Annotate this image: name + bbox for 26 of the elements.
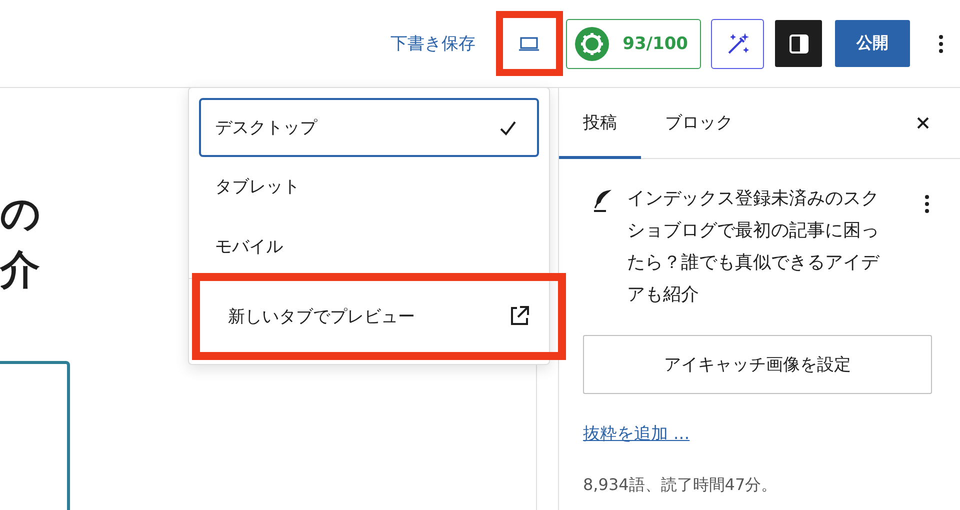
- kebab-icon: [939, 34, 943, 54]
- device-menu-item[interactable]: デスクトップ: [199, 98, 539, 158]
- sidebar-toggle-button[interactable]: [775, 20, 822, 67]
- magic-wand-button[interactable]: [711, 18, 764, 68]
- close-icon: [916, 116, 930, 130]
- preview-button[interactable]: [496, 11, 563, 76]
- check-icon: [499, 120, 517, 136]
- kebab-icon: [925, 194, 929, 214]
- external-link-icon: [508, 305, 530, 328]
- post-heading-text: の: [0, 190, 41, 239]
- add-excerpt-link[interactable]: 抜粋を追加 ...: [583, 422, 690, 445]
- feather-icon: [591, 189, 613, 213]
- save-draft-link[interactable]: 下書き保存: [390, 32, 476, 55]
- word-count-text: 8,934語、読了時間47分。: [583, 475, 778, 496]
- device-menu-item[interactable]: タブレット: [199, 157, 539, 217]
- score-button[interactable]: 93/100: [566, 18, 701, 68]
- post-title-text: インデックス登録未済みのスクショブログで最初の記事に困ったら？誰でも真似できるアイデアも紹介: [627, 187, 879, 307]
- sidebar-tab[interactable]: ブロック: [641, 88, 757, 159]
- publish-button[interactable]: 公開: [835, 20, 910, 67]
- preview-new-tab-item[interactable]: 新しいタブでプレビュー: [198, 278, 560, 354]
- device-menu-item[interactable]: モバイル: [199, 216, 539, 276]
- gear-icon: [574, 26, 609, 60]
- sidebar-icon: [788, 34, 808, 54]
- sidebar-tab[interactable]: 投稿: [559, 88, 641, 159]
- laptop-icon: [518, 36, 540, 52]
- set-featured-image-button[interactable]: アイキャッチ画像を設定: [583, 335, 932, 394]
